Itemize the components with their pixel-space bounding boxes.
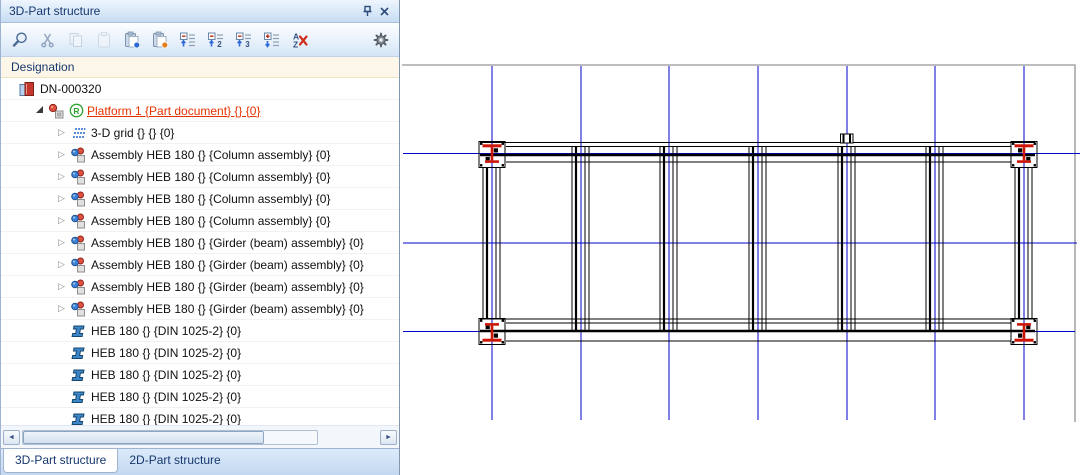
scrollbar-track[interactable] [22, 429, 318, 445]
panel-titlebar[interactable]: 3D-Part structure [1, 0, 399, 23]
beam-profile-icon [70, 367, 86, 383]
document-icon [19, 81, 35, 97]
collapsed-arrow-icon[interactable]: ▷ [53, 166, 70, 187]
panel-title: 3D-Part structure [9, 4, 101, 18]
tree-row-assembly[interactable]: ▷ Assembly HEB 180 {} {Girder (beam) ass… [1, 276, 399, 298]
assembly-icon [70, 235, 86, 251]
assembly-icon [70, 213, 86, 229]
expanded-arrow-icon[interactable] [31, 100, 48, 121]
sort-off-icon[interactable]: A Z [287, 27, 312, 52]
part-structure-tree: DN-000320 R Platform 1 {Part document} {… [1, 78, 399, 425]
collapsed-arrow-icon[interactable]: ▷ [53, 210, 70, 231]
copy-icon[interactable] [63, 27, 88, 52]
assembly-icon [70, 147, 86, 163]
tree-row-beam[interactable]: HEB 180 {} {DIN 1025-2} {0} [1, 342, 399, 364]
tree-item-label: HEB 180 {} {DIN 1025-2} {0} [91, 367, 242, 382]
svg-text:2: 2 [217, 40, 222, 49]
drawing-viewport[interactable] [400, 0, 1080, 475]
tree-row-assembly[interactable]: ▷ Assembly HEB 180 {} {Column assembly} … [1, 144, 399, 166]
scrollbar-thumb[interactable] [23, 430, 265, 444]
beam-profile-icon [70, 411, 86, 426]
svg-text:Z: Z [293, 39, 298, 49]
scroll-right-icon[interactable]: ► [380, 429, 397, 445]
cut-icon[interactable] [35, 27, 60, 52]
tree-row-assembly[interactable]: ▷ Assembly HEB 180 {} {Column assembly} … [1, 210, 399, 232]
assembly-icon [70, 279, 86, 295]
paste-icon[interactable] [91, 27, 116, 52]
tab-3d-part-structure[interactable]: 3D-Part structure [3, 449, 119, 473]
tree-item-label: DN-000320 [40, 81, 102, 96]
expand-all-icon[interactable] [259, 27, 284, 52]
tree-item-label: Assembly HEB 180 {} {Girder (beam) assem… [91, 235, 364, 250]
collapsed-arrow-icon[interactable]: ▷ [53, 144, 70, 165]
tree-item-label: 3-D grid {} {} {0} [91, 125, 175, 140]
tree-item-label: Assembly HEB 180 {} {Column assembly} {0… [91, 213, 331, 228]
grid-lines [403, 66, 1080, 420]
pin-icon[interactable] [359, 3, 376, 20]
collapse-all-icon[interactable] [175, 27, 200, 52]
tree-item-label: Assembly HEB 180 {} {Column assembly} {0… [91, 147, 331, 162]
collapse-to-level-2-icon[interactable]: 2 [203, 27, 228, 52]
tree-row-assembly[interactable]: ▷ Assembly HEB 180 {} {Column assembly} … [1, 188, 399, 210]
tree-item-label: Assembly HEB 180 {} {Girder (beam) assem… [91, 279, 364, 294]
scroll-left-icon[interactable]: ◄ [3, 429, 20, 445]
grid-3d-icon [70, 125, 86, 141]
plan-view-drawing[interactable] [400, 0, 1080, 475]
collapsed-arrow-icon[interactable]: ▷ [53, 254, 70, 275]
tree-item-label: HEB 180 {} {DIN 1025-2} {0} [91, 323, 242, 338]
assembly-icon [70, 191, 86, 207]
tree-item-label: Assembly HEB 180 {} {Girder (beam) assem… [91, 257, 364, 272]
part-structure-panel: 3D-Part structure 2 3 A Z Designation DN… [0, 0, 400, 475]
tree-item-label: Assembly HEB 180 {} {Girder (beam) assem… [91, 301, 364, 316]
find-part-icon[interactable] [7, 27, 32, 52]
collapsed-arrow-icon[interactable]: ▷ [53, 122, 70, 143]
tree-item-label: HEB 180 {} {DIN 1025-2} {0} [91, 411, 242, 426]
tree-row-beam[interactable]: HEB 180 {} {DIN 1025-2} {0} [1, 320, 399, 342]
application-window: 3D-Part structure 2 3 A Z Designation DN… [0, 0, 1080, 475]
tree-row-assembly[interactable]: ▷ Assembly HEB 180 {} {Girder (beam) ass… [1, 254, 399, 276]
collapse-to-level-3-icon[interactable]: 3 [231, 27, 256, 52]
settings-gear-icon[interactable] [368, 27, 393, 52]
tab-2d-part-structure[interactable]: 2D-Part structure [118, 449, 231, 472]
collapsed-arrow-icon[interactable]: ▷ [53, 232, 70, 253]
assembly-icon [70, 257, 86, 273]
svg-text:3: 3 [245, 40, 250, 49]
tree-item-label: Assembly HEB 180 {} {Column assembly} {0… [91, 191, 331, 206]
tree-row-drawing[interactable]: DN-000320 [1, 78, 399, 100]
tree-row-platform[interactable]: R Platform 1 {Part document} {} {0} [1, 100, 399, 122]
collapsed-arrow-icon[interactable]: ▷ [53, 298, 70, 319]
tree-item-label: Assembly HEB 180 {} {Column assembly} {0… [91, 169, 331, 184]
tree-item-label: HEB 180 {} {DIN 1025-2} {0} [91, 389, 242, 404]
tree-row-assembly[interactable]: ▷ Assembly HEB 180 {} {Girder (beam) ass… [1, 298, 399, 320]
insert-from-clipboard-active-icon[interactable] [147, 27, 172, 52]
insert-from-clipboard-icon[interactable] [119, 27, 144, 52]
beam-profile-icon [70, 389, 86, 405]
horizontal-scrollbar[interactable]: ◄ ► [1, 425, 399, 448]
tree-row-grid[interactable]: ▷ 3-D grid {} {} {0} [1, 122, 399, 144]
assembly-icon [70, 169, 86, 185]
designation-column-header[interactable]: Designation [1, 57, 399, 78]
close-icon[interactable] [376, 3, 393, 20]
svg-text:R: R [73, 106, 79, 116]
referenced-badge-icon: R [69, 103, 84, 118]
collapsed-arrow-icon[interactable]: ▷ [53, 188, 70, 209]
tree-item-label: HEB 180 {} {DIN 1025-2} {0} [91, 345, 242, 360]
tree-row-assembly[interactable]: ▷ Assembly HEB 180 {} {Column assembly} … [1, 166, 399, 188]
panel-tabbar: 3D-Part structure 2D-Part structure [1, 448, 399, 475]
platform-assembly-icon [48, 103, 64, 119]
collapsed-arrow-icon[interactable]: ▷ [53, 276, 70, 297]
tree-row-beam[interactable]: HEB 180 {} {DIN 1025-2} {0} [1, 408, 399, 425]
tree-row-assembly[interactable]: ▷ Assembly HEB 180 {} {Girder (beam) ass… [1, 232, 399, 254]
beam-profile-icon [70, 323, 86, 339]
tree-row-beam[interactable]: HEB 180 {} {DIN 1025-2} {0} [1, 364, 399, 386]
tree-toolbar: 2 3 A Z [1, 23, 399, 57]
tree-row-beam[interactable]: HEB 180 {} {DIN 1025-2} {0} [1, 386, 399, 408]
assembly-icon [70, 301, 86, 317]
beam-profile-icon [70, 345, 86, 361]
tree-item-label: Platform 1 {Part document} {} {0} [87, 103, 261, 118]
